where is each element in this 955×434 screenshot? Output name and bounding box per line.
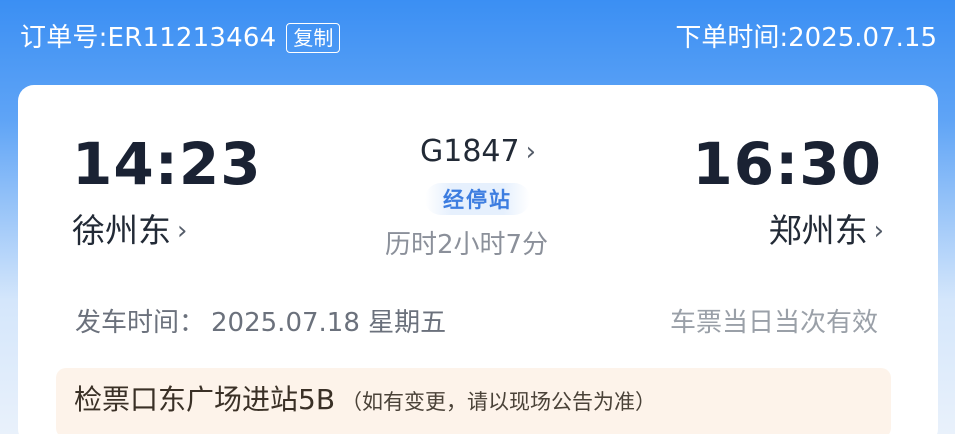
ticket-gate: 检票口东广场进站5B	[74, 383, 336, 416]
train-number: G1847	[420, 134, 520, 169]
trip-duration: 历时2小时7分	[385, 230, 549, 260]
chevron-right-icon: ›	[873, 216, 884, 246]
copy-button[interactable]: 复制	[286, 23, 341, 53]
ticket-validity: 车票当日当次有效	[669, 308, 878, 338]
train-number-link[interactable]: G1847 ›	[420, 131, 536, 173]
departure-station-link[interactable]: 徐州东 ›	[72, 209, 187, 253]
chevron-right-icon: ›	[525, 137, 537, 167]
ticket-gate-banner: 检票口东广场进站5B （如有变更，请以现场公告为准）	[56, 368, 891, 434]
stops-button[interactable]: 经停站	[425, 183, 530, 215]
order-time: 下单时间:2025.07.15	[675, 23, 937, 53]
departure-date-row: 发车时间： 2025.07.18 星期五	[75, 303, 446, 343]
order-number: 订单号:ER11213464	[20, 23, 277, 53]
arrival-station-link[interactable]: 郑州东 ›	[769, 209, 884, 253]
departure-date-label: 发车时间：	[75, 308, 206, 338]
departure-time: 14:23	[72, 130, 262, 198]
ticket-gate-note: （如有变更，请以现场公告为准）	[341, 390, 657, 414]
departure-date: 2025.07.18 星期五	[211, 308, 447, 338]
departure-station: 徐州东	[72, 211, 171, 250]
chevron-right-icon: ›	[177, 216, 188, 246]
order-number-group: 订单号:ER11213464 复制	[20, 20, 341, 56]
order-header: 订单号:ER11213464 复制 下单时间:2025.07.15	[0, 0, 955, 80]
arrival-time: 16:30	[692, 130, 882, 198]
arrival-station: 郑州东	[768, 211, 868, 250]
ticket-card: 14:23 徐州东 › G1847 › 经停站 历时2小时7分 16:30 郑州…	[18, 85, 938, 434]
